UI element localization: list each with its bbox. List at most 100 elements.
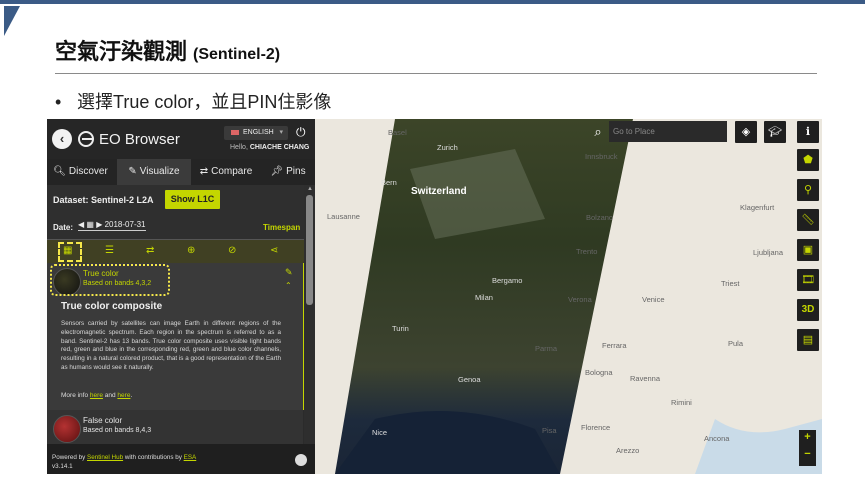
slide-top-bar bbox=[0, 0, 865, 4]
slide-corner-decoration bbox=[4, 6, 20, 36]
ruler-icon[interactable]: 📏︎ bbox=[797, 209, 819, 231]
bullet-item: • 選擇True color，並且PIN住影像 bbox=[55, 88, 331, 114]
map-label-trento: Trento bbox=[576, 247, 598, 256]
hide-eye-icon[interactable]: ⊘ bbox=[228, 245, 236, 256]
eo-browser-panel: ‹ EO Browser ENGLISH ▾ ⏻ Hello, CHIACHE C… bbox=[47, 119, 315, 474]
map-label-ljubljana: Ljubljana bbox=[753, 248, 784, 257]
location-pin-icon[interactable]: ⚲ bbox=[797, 179, 819, 201]
map-label-lausanne: Lausanne bbox=[327, 212, 360, 221]
compare-swap-icon[interactable]: ⇄ bbox=[146, 245, 154, 256]
language-select[interactable]: ENGLISH ▾ bbox=[224, 126, 288, 140]
dataset-label: Dataset: Sentinel-2 L2A bbox=[53, 195, 154, 205]
eo-browser-logo-icon bbox=[78, 131, 94, 147]
esa-link[interactable]: ESA bbox=[184, 454, 197, 461]
sinergise-logo-icon bbox=[295, 454, 307, 466]
more-info-link-1[interactable]: here bbox=[90, 392, 103, 399]
composite-description: Sensors carried by satellites can image … bbox=[61, 320, 281, 371]
date-value: 2018-07-31 bbox=[104, 220, 146, 229]
map-label-innsbruck: Innsbruck bbox=[585, 152, 618, 161]
more-info-suffix: . bbox=[130, 392, 133, 399]
3d-button[interactable]: 3D bbox=[797, 299, 819, 321]
date-label: Date: bbox=[53, 223, 74, 232]
layer-thumbnail bbox=[53, 415, 81, 443]
date-picker[interactable]: ◀ ▦ ▶ 2018-07-31 bbox=[78, 220, 146, 231]
map-label-nice: Nice bbox=[372, 428, 388, 437]
title-divider bbox=[55, 73, 817, 74]
map-label-ancona: Ancona bbox=[704, 434, 730, 443]
panel-footer: Powered by Sentinel Hub with contributio… bbox=[47, 444, 315, 474]
scroll-up-icon[interactable]: ▲ bbox=[307, 186, 313, 192]
edit-icon[interactable]: ✎ bbox=[285, 267, 293, 278]
slide-title-suffix: (Sentinel-2) bbox=[193, 46, 281, 63]
education-cap-icon[interactable]: 🎓︎ bbox=[764, 121, 786, 143]
sentinel-hub-link[interactable]: Sentinel Hub bbox=[87, 454, 123, 461]
go-to-place-input[interactable]: Go to Place bbox=[609, 121, 727, 142]
map-label-turin: Turin bbox=[392, 324, 409, 333]
map-label-milan: Milan bbox=[475, 293, 493, 302]
timelapse-film-icon[interactable]: 🎞︎ bbox=[797, 269, 819, 291]
logout-icon[interactable]: ⏻ bbox=[296, 125, 306, 140]
image-download-icon[interactable]: ▣ bbox=[797, 239, 819, 261]
tab-compare[interactable]: ⇄ Compare bbox=[193, 159, 259, 185]
calendar-icon[interactable]: ▦ bbox=[86, 220, 94, 229]
zoom-out-icon[interactable]: − bbox=[799, 448, 816, 460]
layer-title: False color bbox=[83, 416, 123, 425]
layer-item-false-color[interactable]: False color Based on bands 8,4,3 bbox=[47, 410, 303, 444]
uk-flag-icon bbox=[231, 129, 239, 135]
map-view[interactable]: Basel Zurich Innsbruck Bern Switzerland … bbox=[315, 119, 822, 474]
collapse-panel-button[interactable]: ‹ bbox=[52, 129, 72, 149]
tab-label: Discover bbox=[68, 166, 108, 177]
effects-sliders-icon[interactable]: ☰ bbox=[105, 245, 114, 256]
scrollbar-thumb[interactable] bbox=[306, 195, 313, 305]
tab-pins[interactable]: 📌︎ Pins bbox=[261, 159, 315, 185]
collapse-chevron-icon[interactable]: ⌃ bbox=[285, 281, 292, 290]
language-label: ENGLISH bbox=[243, 129, 274, 136]
app-brand: EO Browser bbox=[99, 131, 180, 148]
chevron-down-icon: ▾ bbox=[279, 129, 283, 136]
compare-icon: ⇄ bbox=[199, 166, 209, 177]
map-label-rimini: Rimini bbox=[671, 398, 692, 407]
map-label-bologna: Bologna bbox=[585, 368, 613, 377]
composite-title: True color composite bbox=[61, 301, 163, 312]
search-icon[interactable]: ⌕ bbox=[587, 121, 609, 143]
selection-highlight bbox=[50, 264, 170, 296]
tab-visualize[interactable]: ✎ Visualize bbox=[117, 159, 191, 185]
panel-header: ‹ EO Browser ENGLISH ▾ ⏻ Hello, CHIACHE C… bbox=[47, 119, 315, 159]
tab-discover[interactable]: 🔍︎ Discover bbox=[47, 159, 114, 185]
panel-scrollbar[interactable]: ▲ bbox=[304, 185, 315, 444]
version-label: v3.14.1 bbox=[52, 463, 73, 470]
layer-item-true-color[interactable]: True color Based on bands 4,3,2 ✎ ⌃ True… bbox=[47, 263, 306, 410]
tab-label: Visualize bbox=[139, 166, 180, 177]
search-icon: 🔍︎ bbox=[53, 166, 66, 177]
layers-icon[interactable]: ◈ bbox=[735, 121, 757, 143]
show-l1c-button[interactable]: Show L1C bbox=[165, 190, 220, 209]
layers-list-icon[interactable]: ▦ bbox=[63, 245, 72, 256]
map-label-genoa: Genoa bbox=[458, 375, 481, 384]
slide-title: 空氣汙染觀測 (Sentinel-2) bbox=[55, 34, 280, 66]
powered-prefix: Powered by bbox=[52, 454, 86, 461]
map-label-bergamo: Bergamo bbox=[492, 276, 523, 285]
map-label-bolzano: Bolzano bbox=[586, 213, 614, 222]
map-label-arezzo: Arezzo bbox=[616, 446, 640, 455]
bullet-text: 選擇True color，並且PIN住影像 bbox=[77, 92, 332, 112]
map-label-klagenfurt: Klagenfurt bbox=[740, 203, 775, 212]
next-date-icon[interactable]: ▶ bbox=[96, 220, 102, 229]
timespan-toggle[interactable]: Timespan bbox=[263, 223, 300, 232]
more-info-link-2[interactable]: here bbox=[117, 392, 130, 399]
slide-title-main: 空氣汙染觀測 bbox=[55, 39, 188, 64]
map-label-bern: Bern bbox=[381, 178, 397, 187]
map-label-zurich: Zurich bbox=[437, 143, 458, 152]
layer-tools-row: ▦ ☰ ⇄ ⊕ ⊘ ⋖ bbox=[47, 239, 315, 264]
target-icon[interactable]: ⊕ bbox=[187, 245, 195, 256]
zoom-in-icon[interactable]: + bbox=[799, 431, 816, 443]
share-icon[interactable]: ⋖ bbox=[270, 245, 278, 256]
info-icon[interactable]: ℹ bbox=[797, 121, 819, 143]
tab-label: Pins bbox=[286, 166, 306, 177]
date-row: Date: ◀ ▦ ▶ 2018-07-31 Timespan bbox=[47, 215, 315, 239]
polygon-icon[interactable]: ⬟ bbox=[797, 149, 819, 171]
prev-date-icon[interactable]: ◀ bbox=[78, 220, 84, 229]
chart-icon[interactable]: ▤ bbox=[797, 329, 819, 351]
map-label-trieste: Triest bbox=[721, 279, 740, 288]
more-info-and: and bbox=[104, 392, 116, 399]
map-label-basel: Basel bbox=[388, 128, 407, 137]
